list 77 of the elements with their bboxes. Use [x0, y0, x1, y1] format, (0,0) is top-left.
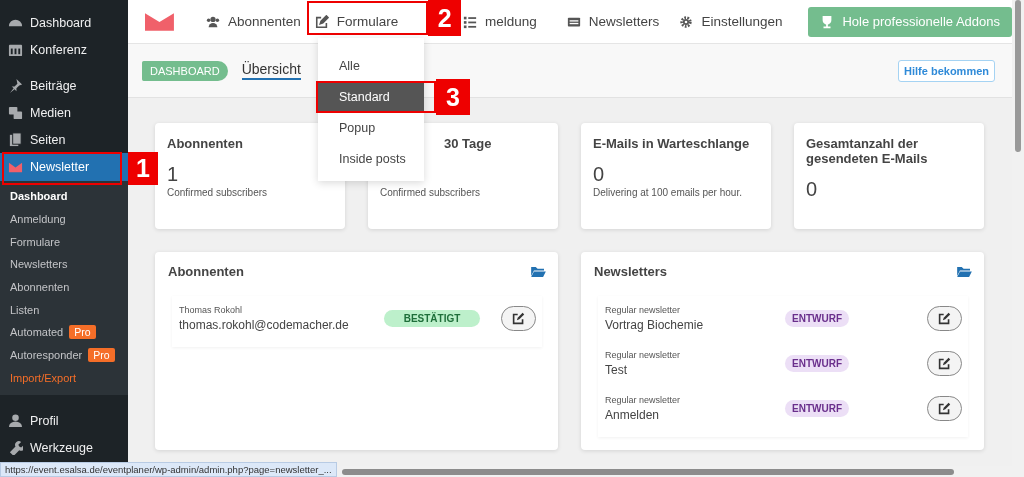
users-icon	[205, 14, 220, 29]
nav-link[interactable]: Newsletters	[566, 14, 660, 29]
edit-icon	[938, 312, 951, 325]
panel-title: Newsletters	[594, 263, 667, 279]
edit-icon	[314, 14, 329, 29]
status-badge: ENTWURF	[785, 355, 849, 372]
callout-number: 3	[436, 79, 470, 115]
card-title: Gesamtanzahl der gesendeten E-Mails	[806, 136, 929, 166]
help-button[interactable]: Hilfe bekommen	[898, 59, 995, 82]
tab[interactable]: Übersicht	[241, 61, 301, 80]
menu-item[interactable]: Popup	[318, 114, 424, 142]
stat-note: Confirmed subscribers	[167, 187, 269, 198]
nav-link[interactable]: Einstellungen	[679, 14, 783, 29]
row-caption: Regular newsletter	[605, 350, 682, 360]
sidebar-item[interactable]: Beiträge	[0, 72, 128, 99]
wrench-icon	[8, 440, 23, 456]
callout-number: 1	[128, 152, 158, 185]
menu-item[interactable]: Alle	[318, 52, 424, 80]
submenu-item[interactable]: Autoresponder Pro	[0, 343, 128, 367]
status-url: https://event.esalsa.de/eventplaner/wp-admin/admin.php?page=newsletter_...	[0, 462, 337, 477]
media-icon	[8, 105, 23, 120]
edit-button[interactable]	[501, 306, 536, 331]
edit-button[interactable]	[927, 351, 962, 376]
logo-icon	[145, 12, 174, 31]
sidebar-item[interactable]: Seiten	[0, 126, 128, 153]
user-icon	[8, 413, 23, 429]
submenu-item[interactable]: Anmeldung	[0, 207, 128, 231]
stat-value: 0	[593, 163, 606, 185]
status-badge: BESTÄTIGT	[384, 310, 480, 327]
pages-icon	[8, 132, 23, 147]
nav-link[interactable]: meldung	[463, 14, 537, 29]
edit-button[interactable]	[927, 396, 962, 421]
submenu-item[interactable]: Automated Pro	[0, 321, 128, 344]
edit-icon	[512, 312, 525, 325]
sidebar-item[interactable]: Medien	[0, 99, 128, 126]
submenu-item[interactable]: Formulare	[0, 230, 128, 254]
list-icon	[463, 14, 478, 29]
submenu-item[interactable]: Import/Export	[0, 366, 128, 390]
gear-icon	[679, 14, 694, 29]
sidebar-item[interactable]: Konferenz	[0, 36, 128, 63]
calendar-icon	[8, 42, 23, 57]
sidebar-item[interactable]: Werkzeuge	[0, 434, 128, 462]
edit-button[interactable]	[927, 306, 962, 331]
row-title: thomas.rokohl@codemacher.de	[179, 318, 350, 332]
row-caption: Regular newsletter	[605, 395, 682, 405]
submenu-item[interactable]: Abonnenten	[0, 275, 128, 299]
edit-icon	[938, 402, 951, 415]
sidebar-item[interactable]: Newsletter	[0, 153, 128, 181]
folder-icon[interactable]	[957, 265, 972, 277]
folder-icon[interactable]	[531, 265, 546, 277]
status-badge: ENTWURF	[785, 400, 849, 417]
card-title: 30 Tage	[443, 136, 493, 151]
panel-title: Abonnenten	[168, 263, 244, 279]
sidebar-item[interactable]: Dashboard	[0, 9, 128, 36]
stat-note: Delivering at 100 emails per hour.	[593, 187, 743, 198]
card-title: E-Mails in Warteschlange	[593, 136, 751, 151]
submenu-item[interactable]: Newsletters	[0, 253, 128, 276]
stat-value: 0	[806, 178, 819, 200]
nav-link[interactable]: Abonnenten	[205, 14, 301, 29]
row-caption: Regular newsletter	[605, 305, 682, 315]
pro-badge: Pro	[69, 325, 96, 340]
stat-note: Confirmed subscribers	[380, 187, 482, 198]
nav-link[interactable]: Formulare	[314, 14, 399, 29]
row-caption: Thomas Rokohl	[179, 305, 244, 315]
submenu-item[interactable]: Dashboard	[0, 185, 128, 208]
stat-value: 1	[167, 163, 180, 185]
submenu-item[interactable]: Listen	[0, 298, 128, 322]
menu-item[interactable]: Inside posts	[318, 145, 424, 173]
callout-number: 2	[428, 0, 462, 36]
page-badge: DASHBOARD	[142, 60, 228, 81]
edit-icon	[938, 357, 951, 370]
menu-item[interactable]: Standard	[318, 83, 424, 111]
pro-badge: Pro	[88, 348, 115, 363]
status-badge: ENTWURF	[785, 310, 849, 327]
sidebar-item[interactable]: Profil	[0, 407, 128, 435]
card-title: Abonnenten	[167, 136, 244, 151]
pin-icon	[8, 78, 23, 93]
